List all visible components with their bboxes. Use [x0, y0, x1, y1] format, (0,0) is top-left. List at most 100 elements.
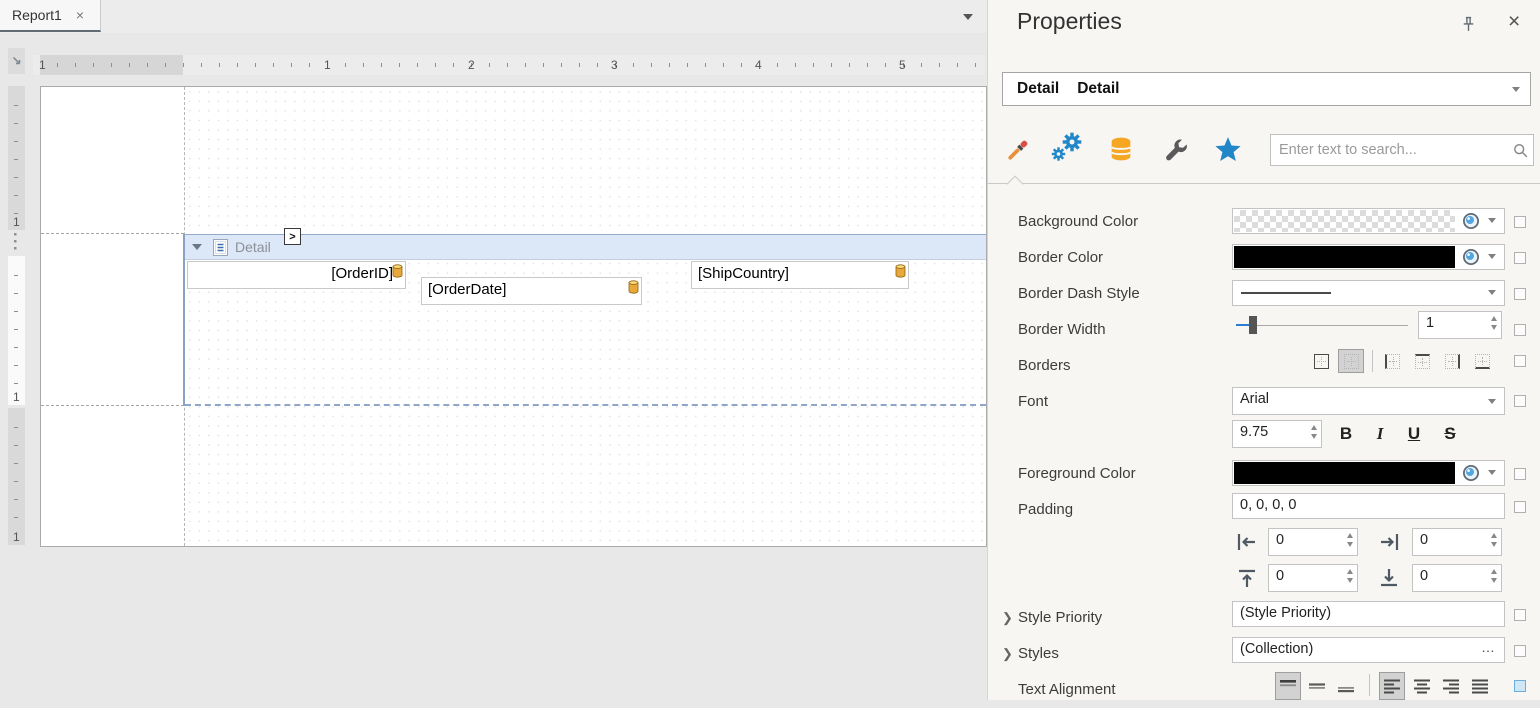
property-marker[interactable] — [1514, 324, 1526, 336]
padding-right-input[interactable] — [1418, 531, 1475, 549]
spin-up-icon[interactable] — [1491, 533, 1497, 538]
border-dash-style-editor[interactable] — [1232, 280, 1505, 306]
style-priority-editor[interactable]: (Style Priority) — [1232, 601, 1505, 627]
close-icon[interactable]: × — [1508, 11, 1520, 32]
property-marker[interactable] — [1514, 216, 1526, 228]
collapse-band-icon[interactable] — [192, 244, 202, 250]
align-top-button[interactable] — [1275, 672, 1301, 700]
borders-bottom-button[interactable] — [1469, 349, 1495, 373]
tab-layout-wrench-icon[interactable] — [1162, 136, 1190, 164]
align-left-button[interactable] — [1379, 672, 1405, 700]
foreground-color-editor[interactable] — [1232, 460, 1505, 486]
border-width-input[interactable] — [1424, 314, 1477, 332]
spin-down-icon[interactable] — [1491, 542, 1497, 547]
band-icon — [213, 239, 228, 256]
property-search[interactable] — [1270, 134, 1534, 166]
padding-bottom-spinner[interactable] — [1412, 564, 1502, 592]
property-marker[interactable] — [1514, 645, 1526, 657]
detail-band-header[interactable]: Detail — [185, 234, 986, 260]
chevron-down-icon[interactable] — [1488, 254, 1496, 259]
expander-icon[interactable]: ❯ — [1002, 636, 1013, 672]
label-control-orderid[interactable]: [OrderID] — [187, 261, 406, 289]
property-marker[interactable] — [1514, 680, 1526, 692]
spin-up-icon[interactable] — [1347, 569, 1353, 574]
tab-data-database-icon[interactable] — [1107, 135, 1135, 163]
spin-up-icon[interactable] — [1491, 569, 1497, 574]
property-marker[interactable] — [1514, 288, 1526, 300]
borders-top-button[interactable] — [1409, 349, 1435, 373]
spin-down-icon[interactable] — [1491, 578, 1497, 583]
padding-right-spinner[interactable] — [1412, 528, 1502, 556]
spin-up-icon[interactable] — [1347, 533, 1353, 538]
spin-down-icon[interactable] — [1491, 325, 1497, 330]
spin-down-icon[interactable] — [1347, 578, 1353, 583]
property-marker[interactable] — [1514, 501, 1526, 513]
report-page[interactable]: Detail > [OrderID] [OrderDate] [ShipCou — [40, 86, 987, 547]
chevron-down-icon[interactable] — [1488, 218, 1496, 223]
borders-none-button[interactable] — [1338, 349, 1364, 373]
search-input[interactable] — [1277, 138, 1506, 162]
tab-report1[interactable]: Report1 × — [0, 0, 101, 32]
align-right-button[interactable] — [1438, 672, 1464, 700]
property-marker[interactable] — [1514, 609, 1526, 621]
horizontal-ruler[interactable]: 1 1 2 3 4 5 — [33, 55, 985, 75]
color-picker-icon[interactable] — [1461, 211, 1481, 231]
font-size-spinner[interactable] — [1232, 420, 1322, 448]
align-center-button[interactable] — [1409, 672, 1435, 700]
padding-editor[interactable]: 0, 0, 0, 0 — [1232, 493, 1505, 519]
padding-left-input[interactable] — [1274, 531, 1331, 549]
background-color-editor[interactable] — [1232, 208, 1505, 234]
tab-list-dropdown-icon[interactable] — [963, 14, 973, 20]
font-size-input[interactable] — [1238, 423, 1295, 441]
border-color-editor[interactable] — [1232, 244, 1505, 270]
borders-all-button[interactable] — [1308, 349, 1334, 373]
chevron-down-icon[interactable] — [1488, 470, 1496, 475]
font-family-dropdown[interactable]: Arial — [1232, 387, 1505, 415]
pin-icon[interactable] — [1460, 16, 1477, 33]
spin-up-icon[interactable] — [1311, 425, 1317, 430]
chevron-down-icon[interactable] — [1488, 399, 1496, 404]
borders-left-button[interactable] — [1379, 349, 1405, 373]
chevron-down-icon — [1512, 87, 1520, 92]
chevron-down-icon[interactable] — [1488, 290, 1496, 295]
spin-down-icon[interactable] — [1347, 542, 1353, 547]
padding-left-spinner[interactable] — [1268, 528, 1358, 556]
border-width-slider-handle[interactable] — [1249, 316, 1257, 334]
border-width-slider-track[interactable] — [1236, 325, 1408, 326]
padding-top-input[interactable] — [1274, 567, 1331, 585]
band-drag-handle[interactable] — [14, 233, 18, 253]
border-width-spinner[interactable] — [1418, 311, 1502, 339]
spin-up-icon[interactable] — [1491, 316, 1497, 321]
spin-down-icon[interactable] — [1311, 434, 1317, 439]
property-marker[interactable] — [1514, 395, 1526, 407]
tab-appearance-paintbrush-icon[interactable] — [1002, 136, 1032, 166]
padding-top-spinner[interactable] — [1268, 564, 1358, 592]
selected-object-dropdown[interactable]: Detail Detail — [1002, 72, 1531, 106]
label-control-orderdate[interactable]: [OrderDate] — [421, 277, 642, 305]
align-bottom-button[interactable] — [1333, 672, 1359, 700]
padding-top-icon — [1236, 568, 1258, 588]
ellipsis-button[interactable]: … — [1481, 639, 1496, 655]
strikeout-button[interactable]: S — [1436, 421, 1464, 447]
property-marker[interactable] — [1514, 252, 1526, 264]
detail-band-bottom-edge[interactable] — [185, 404, 986, 406]
property-marker[interactable] — [1514, 468, 1526, 480]
align-middle-button[interactable] — [1304, 672, 1330, 700]
property-marker[interactable] — [1514, 355, 1526, 367]
tab-behavior-gears-icon[interactable] — [1050, 132, 1084, 164]
color-picker-icon[interactable] — [1461, 247, 1481, 267]
padding-bottom-input[interactable] — [1418, 567, 1475, 585]
color-picker-icon[interactable] — [1461, 463, 1481, 483]
bold-button[interactable]: B — [1332, 421, 1360, 447]
italic-button[interactable]: I — [1366, 421, 1394, 447]
smart-tag-button[interactable]: > — [284, 228, 301, 245]
align-justify-button[interactable] — [1467, 672, 1493, 700]
styles-editor[interactable]: (Collection) … — [1232, 637, 1505, 663]
ruler-corner-select-report[interactable] — [8, 48, 25, 74]
underline-button[interactable]: U — [1400, 421, 1428, 447]
tab-close-icon[interactable]: × — [76, 7, 84, 23]
borders-right-button[interactable] — [1439, 349, 1465, 373]
expander-icon[interactable]: ❯ — [1002, 600, 1013, 636]
label-control-shipcountry[interactable]: [ShipCountry] — [691, 261, 909, 289]
tab-favorites-star-icon[interactable] — [1214, 137, 1242, 164]
